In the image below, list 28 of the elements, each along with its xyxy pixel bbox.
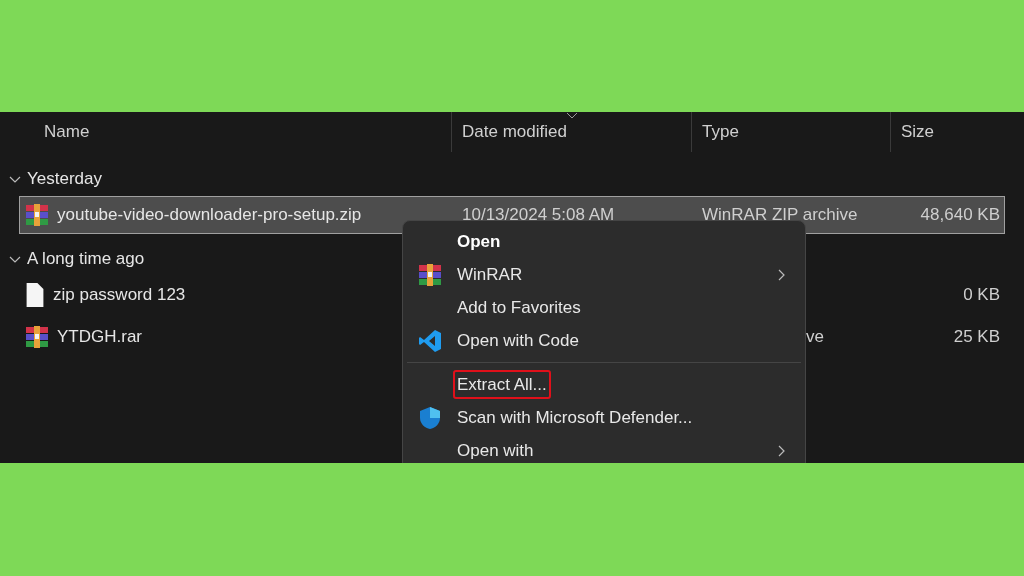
- document-icon: [25, 283, 45, 307]
- archive-icon: [25, 203, 49, 227]
- group-header[interactable]: Yesterday: [27, 166, 102, 192]
- archive-icon: [418, 262, 442, 287]
- menu-item[interactable]: Open with: [453, 435, 538, 463]
- column-header[interactable]: Type: [702, 119, 739, 145]
- file-name[interactable]: youtube-video-downloader-pro-setup.zip: [57, 202, 362, 228]
- code-editor-icon: [418, 328, 442, 353]
- menu-item[interactable]: Extract All...: [453, 369, 551, 400]
- column-header[interactable]: Name: [44, 119, 90, 145]
- shield-icon: [418, 405, 442, 430]
- column-header[interactable]: Size: [901, 119, 935, 145]
- file-name[interactable]: YTDGH.rar: [57, 324, 142, 350]
- file-name[interactable]: zip password 123: [53, 282, 186, 308]
- menu-item[interactable]: WinRAR: [453, 259, 527, 290]
- menu-item[interactable]: Open with Code: [453, 325, 583, 356]
- date-cell: 10/13/2024 5:08 AM: [462, 205, 615, 225]
- column-header[interactable]: Date modified: [462, 119, 567, 145]
- size-cell: 48,640 KB: [920, 205, 1000, 225]
- type-cell: WinRAR ZIP archive: [702, 205, 858, 225]
- menu-item[interactable]: Add to Favorites: [453, 292, 585, 323]
- group-header[interactable]: A long time ago: [27, 246, 145, 272]
- menu-item[interactable]: Scan with Microsoft Defender...: [453, 402, 697, 433]
- type-cell: ve: [806, 327, 824, 347]
- sort-caret-icon[interactable]: [566, 112, 578, 120]
- size-cell: 0 KB: [963, 285, 1000, 305]
- size-cell: 25 KB: [953, 327, 1000, 347]
- archive-icon: [25, 325, 49, 349]
